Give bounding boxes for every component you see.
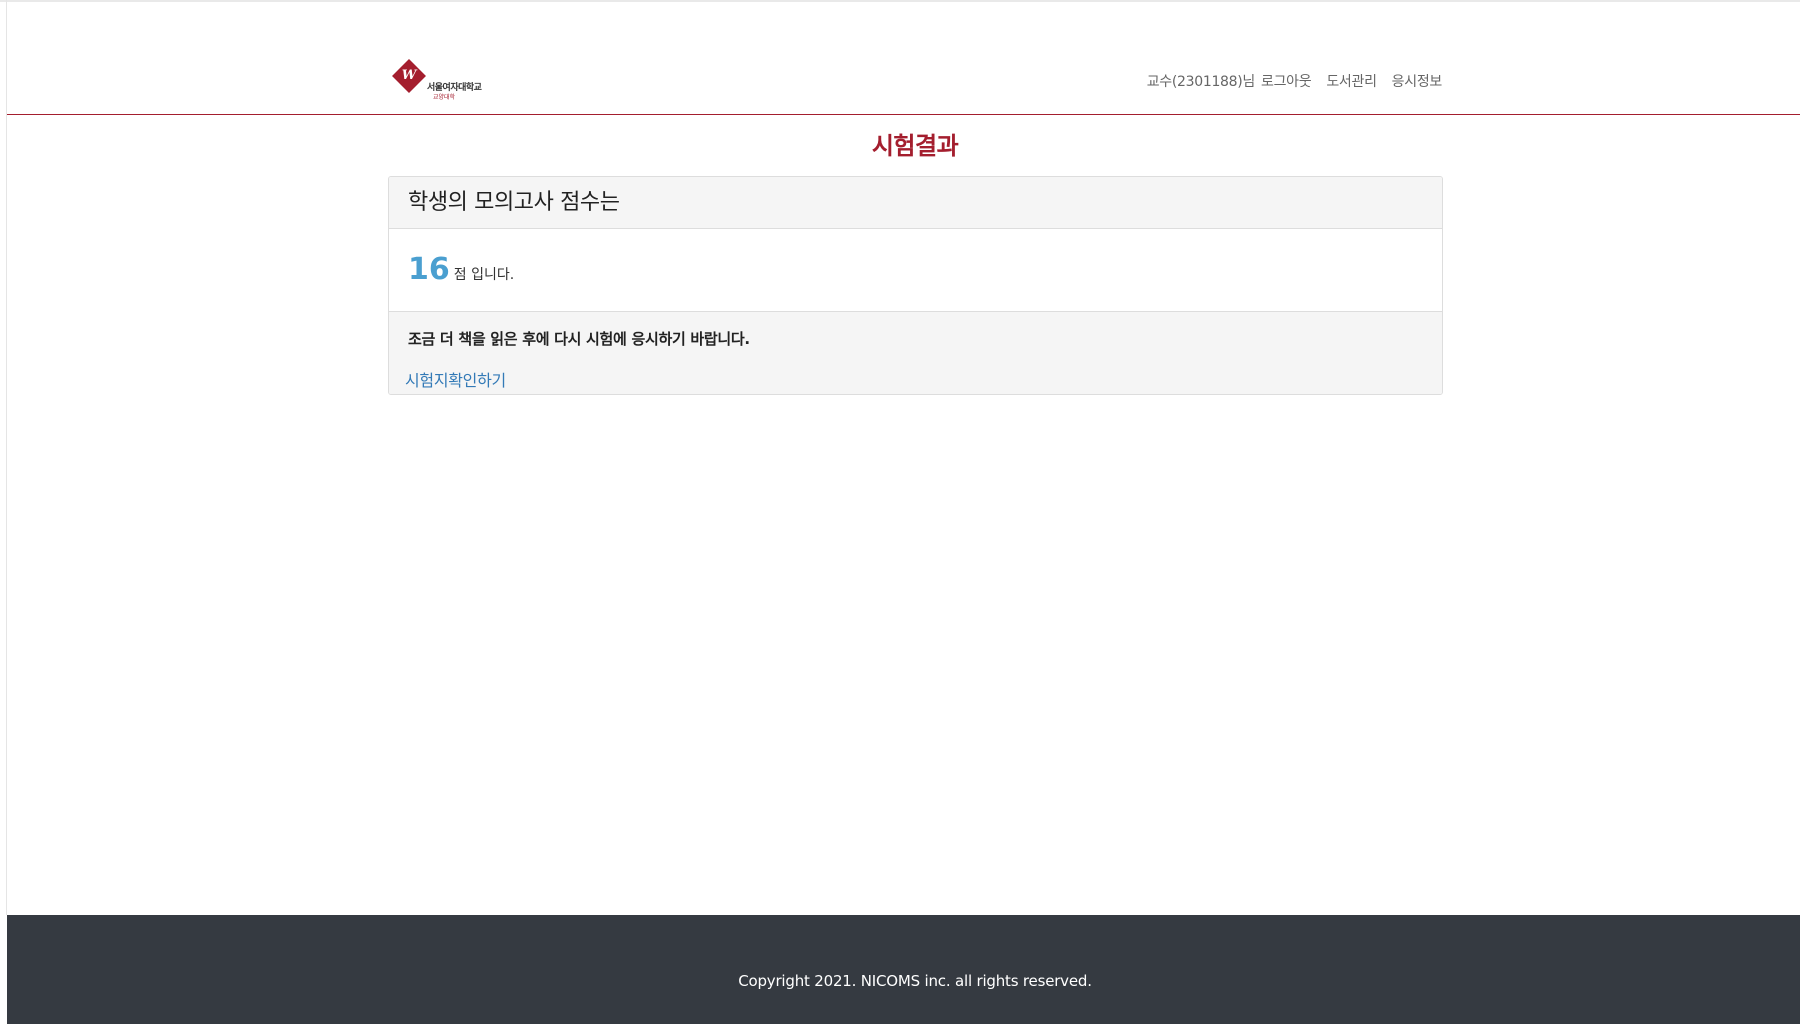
panel-body: 16 점 입니다.	[389, 229, 1442, 312]
page: W 서울여자대학교 교양대학 교수(2301188)님 로그아웃 도서관리 응시…	[0, 0, 1800, 1024]
user-group: 교수(2301188)님 로그아웃	[1147, 71, 1312, 91]
panel-heading: 학생의 모의고사 점수는	[389, 177, 1442, 229]
retake-message: 조금 더 책을 읽은 후에 다시 시험에 응시하기 바랍니다.	[408, 330, 750, 348]
exam-info-link[interactable]: 응시정보	[1392, 71, 1443, 91]
user-label: 교수(2301188)님	[1146, 74, 1256, 90]
score-value: 16	[408, 252, 450, 287]
confirm-exam-link[interactable]: 시험지확인하기	[405, 367, 506, 391]
university-logo[interactable]: W 서울여자대학교 교양대학	[389, 58, 499, 104]
top-nav: 교수(2301188)님 로그아웃 도서관리 응시정보	[1147, 71, 1443, 91]
logout-link[interactable]: 로그아웃	[1261, 71, 1312, 91]
page-title: 시험결과	[871, 132, 959, 160]
copyright-text: Copyright 2021. NICOMS inc. all rights r…	[738, 972, 1092, 990]
library-manage-link[interactable]: 도서관리	[1326, 71, 1377, 91]
score-suffix: 점 입니다.	[453, 267, 515, 283]
logo-subtitle: 교양대학	[433, 94, 456, 101]
result-panel: 학생의 모의고사 점수는 16 점 입니다. 조금 더 책을 읽은 후에 다시 시…	[388, 176, 1443, 395]
site-header: W 서울여자대학교 교양대학 교수(2301188)님 로그아웃 도서관리 응시…	[7, 2, 1800, 115]
panel-footer: 조금 더 책을 읽은 후에 다시 시험에 응시하기 바랍니다. 시험지확인하기	[389, 312, 1442, 394]
site-footer: Copyright 2021. NICOMS inc. all rights r…	[7, 915, 1800, 1024]
logo-mark: W	[401, 68, 417, 83]
